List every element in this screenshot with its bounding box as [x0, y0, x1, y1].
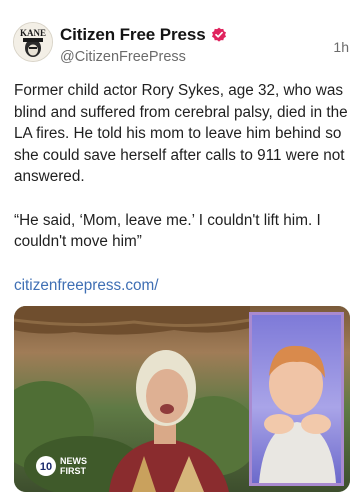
news-channel-logo: 10 NEWS FIRST: [36, 456, 87, 476]
post-media-image[interactable]: 10 NEWS FIRST: [14, 306, 350, 492]
post-timestamp[interactable]: 1h: [333, 39, 349, 55]
avatar-kane-logo: KANE: [14, 23, 52, 61]
post-paragraph-1: Former child actor Rory Sykes, age 32, w…: [14, 82, 348, 185]
post-link[interactable]: citizenfreepress.com/: [14, 277, 159, 294]
author-handle[interactable]: @CitizenFreePress: [60, 49, 351, 65]
logo-number: 10: [40, 461, 52, 473]
verified-badge-icon: [211, 27, 226, 42]
author-name[interactable]: Citizen Free Press: [60, 25, 206, 45]
news-video-still: 10 NEWS FIRST: [14, 306, 350, 492]
post-paragraph-2: “He said, ‘Mom, leave me.’ I couldn't li…: [14, 211, 321, 251]
post-card[interactable]: KANE Citizen Free Press @CitizenFreePres…: [0, 0, 363, 500]
logo-line-2: FIRST: [60, 466, 87, 476]
logo-line-1: NEWS: [60, 456, 87, 466]
avatar[interactable]: KANE: [13, 22, 53, 62]
post-body: Former child actor Rory Sykes, age 32, w…: [14, 80, 350, 296]
author-block: Citizen Free Press @CitizenFreePress: [60, 24, 351, 65]
avatar-text: KANE: [20, 28, 46, 38]
